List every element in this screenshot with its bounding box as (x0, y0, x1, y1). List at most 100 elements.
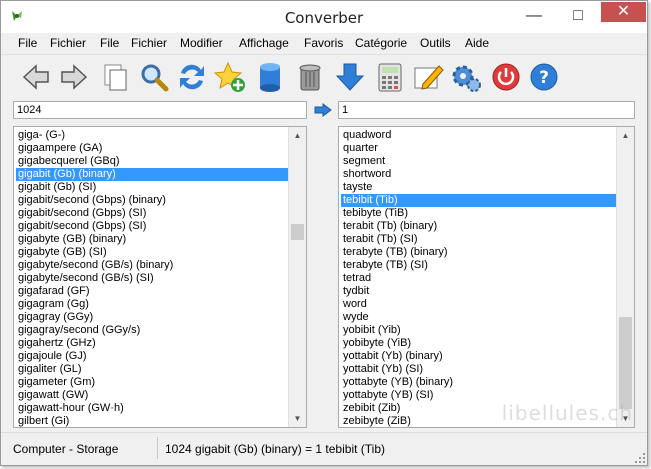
menu-file-2[interactable]: File (100, 36, 119, 50)
list-item[interactable]: gigabit/second (Gbps) (SI) (16, 207, 288, 220)
list-item[interactable]: gigagray/second (GGy/s) (16, 324, 288, 337)
scroll-up-arrow-icon[interactable]: ▲ (289, 127, 306, 144)
list-item[interactable]: giga- (G-) (16, 129, 288, 142)
list-item[interactable]: gigabyte (GB) (SI) (16, 246, 288, 259)
list-item[interactable]: gigaliter (GL) (16, 363, 288, 376)
scroll-thumb[interactable] (619, 317, 632, 409)
list-item[interactable]: tydbit (341, 285, 616, 298)
list-item[interactable]: gigabyte (GB) (binary) (16, 233, 288, 246)
calculator-icon (378, 63, 402, 92)
menu-outils[interactable]: Outils (420, 36, 451, 50)
edit-icon (414, 65, 444, 90)
scroll-thumb[interactable] (291, 224, 304, 240)
forward-button[interactable] (57, 60, 91, 94)
list-item[interactable]: yottabit (Yb) (binary) (341, 350, 616, 363)
menu-bar: File Fichier File Fichier Modifier Affic… (1, 33, 647, 53)
database-icon (260, 63, 280, 92)
target-unit-list[interactable]: quadword quarter segment shortword tayste teb… (338, 126, 635, 428)
delete-button[interactable] (293, 60, 327, 94)
svg-text:?: ? (539, 68, 549, 88)
status-category: Computer - Storage (13, 442, 119, 456)
menu-modifier[interactable]: Modifier (180, 36, 223, 50)
convert-arrow-icon[interactable] (314, 103, 332, 117)
list-item[interactable]: word (341, 298, 616, 311)
list-item[interactable]: gigawatt (GW) (16, 389, 288, 402)
list-item[interactable]: tebibyte (TiB) (341, 207, 616, 220)
source-list-scrollbar[interactable]: ▲ ▼ (288, 127, 306, 427)
list-item[interactable]: yottabit (Yb) (SI) (341, 363, 616, 376)
add-favorite-button[interactable] (213, 60, 247, 94)
target-list-scrollbar[interactable]: ▲ ▼ (616, 127, 634, 427)
list-item[interactable]: segment (341, 155, 616, 168)
list-item[interactable]: yobibit (Yib) (341, 324, 616, 337)
list-item[interactable]: gigabit/second (Gbps) (SI) (16, 220, 288, 233)
help-icon: ? (530, 63, 558, 91)
list-item[interactable]: shortword (341, 168, 616, 181)
close-button[interactable]: ✕ (601, 2, 646, 22)
download-button[interactable] (333, 60, 367, 94)
list-item[interactable]: gigawatt-hour (GW·h) (16, 402, 288, 415)
copy-icon (104, 64, 127, 91)
list-item[interactable]: yobibyte (YiB) (341, 337, 616, 350)
back-button[interactable] (19, 60, 53, 94)
list-item-selected[interactable]: gigabit (Gb) (binary) (16, 168, 288, 181)
scroll-down-arrow-icon[interactable]: ▼ (289, 410, 306, 427)
list-item[interactable]: gigabyte/second (GB/s) (binary) (16, 259, 288, 272)
list-item[interactable]: gigafarad (GF) (16, 285, 288, 298)
menu-fichier[interactable]: Fichier (50, 36, 86, 50)
resize-grip-icon[interactable] (635, 453, 645, 463)
list-item[interactable]: gigajoule (GJ) (16, 350, 288, 363)
minimize-button[interactable]: — (511, 3, 557, 29)
search-button[interactable] (137, 60, 171, 94)
power-button[interactable] (489, 60, 523, 94)
list-item[interactable]: gigabit (Gb) (SI) (16, 181, 288, 194)
list-item[interactable]: gigabecquerel (GBq) (16, 155, 288, 168)
list-item[interactable]: quarter (341, 142, 616, 155)
list-item[interactable]: gigaampere (GA) (16, 142, 288, 155)
list-item[interactable]: terabyte (TB) (SI) (341, 259, 616, 272)
menu-favoris[interactable]: Favoris (304, 36, 343, 50)
list-item[interactable]: quadword (341, 129, 616, 142)
database-button[interactable] (253, 60, 287, 94)
star-add-icon (213, 61, 245, 92)
calculator-button[interactable] (373, 60, 407, 94)
list-item[interactable]: gilbert (Gi) (16, 415, 288, 427)
list-item[interactable]: gigahertz (GHz) (16, 337, 288, 350)
power-icon (492, 63, 520, 91)
list-item[interactable]: yottabyte (YB) (binary) (341, 376, 616, 389)
menu-affichage[interactable]: Affichage (239, 36, 289, 50)
arrow-left-icon (22, 64, 49, 90)
list-item[interactable]: gigabyte/second (GB/s) (SI) (16, 272, 288, 285)
list-item[interactable]: tayste (341, 181, 616, 194)
source-unit-list[interactable]: giga- (G-) gigaampere (GA) gigabecquerel (… (13, 126, 307, 428)
menu-fichier-2[interactable]: Fichier (131, 36, 167, 50)
title-bar[interactable]: Converber — □ ✕ (1, 1, 647, 33)
list-item[interactable]: gigabit/second (Gbps) (binary) (16, 194, 288, 207)
maximize-button[interactable]: □ (555, 3, 601, 29)
target-value-input[interactable] (338, 101, 635, 119)
copy-button[interactable] (99, 60, 133, 94)
list-item[interactable]: terabyte (TB) (binary) (341, 246, 616, 259)
menu-aide[interactable]: Aide (465, 36, 489, 50)
arrow-right-icon (61, 64, 88, 90)
edit-button[interactable] (411, 60, 445, 94)
list-item[interactable]: gigameter (Gm) (16, 376, 288, 389)
list-item[interactable]: terabit (Tb) (SI) (341, 233, 616, 246)
help-button[interactable]: ? (527, 60, 561, 94)
scroll-up-arrow-icon[interactable]: ▲ (617, 127, 634, 144)
list-item[interactable]: terabit (Tb) (binary) (341, 220, 616, 233)
swap-icon (180, 64, 204, 90)
swap-button[interactable] (175, 60, 209, 94)
list-item[interactable]: gigagram (Gg) (16, 298, 288, 311)
list-item[interactable]: gigagray (GGy) (16, 311, 288, 324)
list-item[interactable]: wyde (341, 311, 616, 324)
status-result: 1024 gigabit (Gb) (binary) = 1 tebibit (… (165, 442, 385, 456)
list-item-selected[interactable]: tebibit (Tib) (341, 194, 616, 207)
menu-file[interactable]: File (18, 36, 37, 50)
source-value-input[interactable] (13, 101, 307, 119)
status-separator (157, 437, 158, 459)
gear-icon (452, 65, 481, 92)
list-item[interactable]: tetrad (341, 272, 616, 285)
settings-button[interactable] (449, 60, 483, 94)
menu-categorie[interactable]: Catégorie (355, 36, 407, 50)
